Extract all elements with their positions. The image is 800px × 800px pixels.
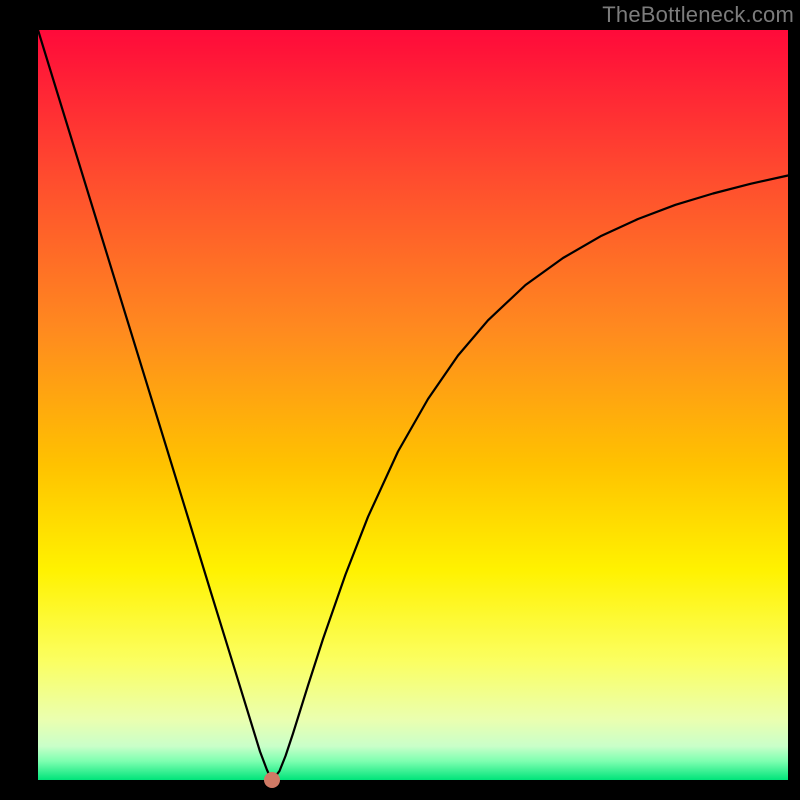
optimal-point-marker: [264, 772, 280, 788]
plot-gradient-background: [38, 30, 788, 780]
attribution-text: TheBottleneck.com: [602, 2, 794, 28]
chart-svg: [0, 0, 800, 800]
chart-frame: { "attribution": "TheBottleneck.com", "c…: [0, 0, 800, 800]
